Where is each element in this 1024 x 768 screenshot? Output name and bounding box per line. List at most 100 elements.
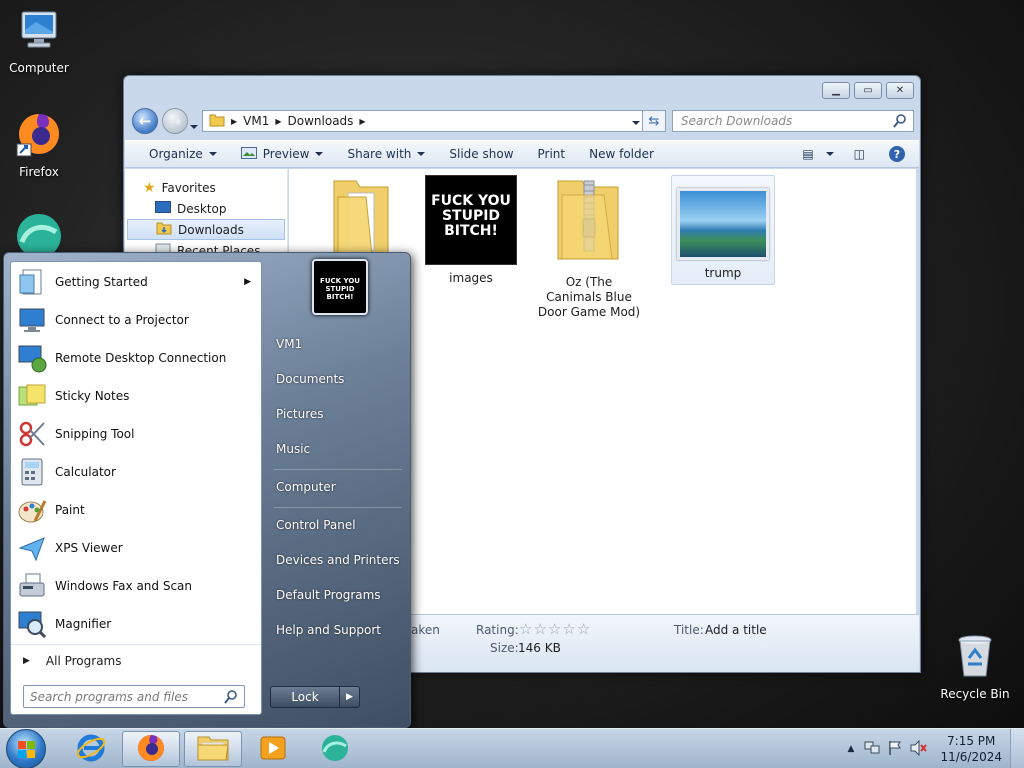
place-documents[interactable]: Documents [276, 372, 344, 386]
title-value[interactable]: Add a title [705, 623, 767, 637]
show-desktop-button[interactable] [1010, 729, 1024, 768]
file-item-images[interactable]: FUCK YOU STUPID BITCH! images [419, 175, 523, 286]
taskbar-media-player[interactable] [244, 731, 302, 767]
preview-icon [240, 146, 257, 162]
close-button[interactable]: ✕ [886, 82, 914, 99]
star-empty-icon: ☆ [533, 620, 548, 638]
user-picture[interactable]: FUCK YOU STUPID BITCH! [312, 259, 368, 315]
desktop-icon-computer[interactable]: Computer [0, 8, 78, 75]
show-hidden-icons-button[interactable]: ▲ [842, 744, 861, 754]
new-folder-button[interactable]: New folder [577, 147, 666, 161]
sticky-notes-icon [17, 381, 47, 411]
refresh-button[interactable]: ⇆ [642, 110, 666, 132]
program-snipping-tool[interactable]: Snipping Tool [11, 415, 261, 453]
desktop-icon-label: Computer [9, 61, 69, 75]
program-paint[interactable]: Paint [11, 491, 261, 529]
nav-item-desktop[interactable]: Desktop [125, 198, 287, 219]
volume-muted-icon[interactable] [906, 739, 932, 759]
recent-pages-dropdown[interactable] [190, 118, 198, 132]
maximize-button[interactable]: ▭ [854, 82, 882, 99]
place-default-programs[interactable]: Default Programs [276, 588, 381, 602]
back-arrow-icon: ← [138, 112, 152, 130]
desktop-icon-label: Recycle Bin [940, 687, 1010, 701]
program-label: Connect to a Projector [55, 313, 189, 327]
program-label: Sticky Notes [55, 389, 130, 403]
all-programs-button[interactable]: ▶ All Programs [11, 644, 261, 676]
program-label: Calculator [55, 465, 116, 479]
start-search-input[interactable]: Search programs and files [23, 685, 245, 708]
breadcrumb-separator-icon: ▶ [359, 116, 366, 126]
title-label: Title: [674, 623, 704, 637]
taskbar-file-explorer[interactable] [184, 731, 242, 767]
minimize-button[interactable]: ▁ [822, 82, 850, 99]
place-computer[interactable]: Computer [276, 480, 336, 494]
back-button[interactable]: ← [132, 108, 158, 134]
program-projector[interactable]: Connect to a Projector [11, 301, 261, 339]
change-view-button[interactable]: ▤ [790, 147, 817, 161]
taskbar-firefox[interactable] [122, 731, 180, 767]
nav-favorites[interactable]: ★ Favorites [125, 177, 287, 198]
file-name: images [449, 271, 493, 285]
nav-favorites-label: Favorites [161, 180, 216, 195]
view-icon: ▤ [802, 147, 814, 161]
file-item-oz-mod[interactable]: Oz (The Canimals Blue Door Game Mod) [537, 175, 641, 320]
rating-stars[interactable]: ☆☆☆☆☆ [519, 620, 591, 638]
taskbar-internet-explorer[interactable] [62, 731, 120, 767]
start-programs-pane: Getting Started ▶ Connect to a Projector… [10, 261, 262, 715]
power-options-button[interactable]: ▶ [339, 687, 359, 707]
slide-show-button[interactable]: Slide show [437, 147, 525, 161]
print-label: Print [537, 147, 566, 161]
program-getting-started[interactable]: Getting Started ▶ [11, 263, 261, 301]
desktop-icon-firefox[interactable]: Firefox [0, 110, 78, 179]
print-button[interactable]: Print [526, 147, 578, 161]
taskbar-app[interactable] [306, 731, 364, 767]
preview-pane-button[interactable]: ◫ [842, 147, 877, 161]
help-button[interactable]: ? [877, 146, 919, 162]
projector-icon [17, 305, 47, 335]
place-help-support[interactable]: Help and Support [276, 623, 381, 637]
clock[interactable]: 7:15 PM 11/6/2024 [932, 733, 1010, 765]
magnifier-icon [17, 609, 47, 639]
notification-area: ▲ 7:15 PM 11/6/2024 [842, 729, 1024, 768]
program-magnifier[interactable]: Magnifier [11, 605, 261, 643]
start-button[interactable] [6, 729, 46, 768]
forward-button[interactable]: → [162, 108, 188, 134]
desktop-icon-recycle-bin[interactable]: Recycle Bin [936, 632, 1014, 701]
place-pictures[interactable]: Pictures [276, 407, 324, 421]
program-label: Paint [55, 503, 85, 517]
file-name: trump [704, 266, 742, 280]
separator [274, 469, 402, 470]
program-label: Windows Fax and Scan [55, 579, 193, 593]
network-icon[interactable] [860, 740, 884, 759]
file-item-trump[interactable]: trump [671, 175, 775, 285]
start-menu: Getting Started ▶ Connect to a Projector… [3, 252, 411, 728]
program-sticky-notes[interactable]: Sticky Notes [11, 377, 261, 415]
place-music[interactable]: Music [276, 442, 310, 456]
search-input[interactable]: Search Downloads [672, 110, 914, 132]
nav-item-label: Desktop [177, 201, 227, 216]
address-bar[interactable]: ▶ VM1 ▶ Downloads ▶ [202, 110, 647, 132]
recycle-bin-icon [936, 632, 1014, 683]
place-devices-printers[interactable]: Devices and Printers [276, 553, 400, 567]
program-calculator[interactable]: Calculator [11, 453, 261, 491]
lock-button[interactable]: Lock [271, 687, 339, 707]
program-remote-desktop[interactable]: Remote Desktop Connection [11, 339, 261, 377]
organize-button[interactable]: Organize [125, 147, 229, 161]
preview-button[interactable]: Preview [229, 146, 336, 162]
action-center-flag-icon[interactable] [884, 740, 906, 759]
all-programs-label: All Programs [45, 653, 122, 668]
slide-show-label: Slide show [449, 147, 514, 161]
xps-viewer-icon [17, 533, 47, 563]
size-value: 146 KB [518, 641, 561, 655]
view-options-dropdown[interactable] [818, 152, 842, 156]
program-fax-scan[interactable]: Windows Fax and Scan [11, 567, 261, 605]
share-with-button[interactable]: Share with [335, 147, 437, 161]
place-user[interactable]: VM1 [276, 337, 302, 351]
zip-folder-icon [537, 175, 641, 269]
nav-item-downloads[interactable]: Downloads [127, 219, 285, 240]
breadcrumb-downloads[interactable]: Downloads [288, 114, 354, 128]
address-dropdown[interactable] [632, 114, 640, 128]
breadcrumb-vm1[interactable]: VM1 [243, 114, 269, 128]
place-control-panel[interactable]: Control Panel [276, 518, 356, 532]
program-xps-viewer[interactable]: XPS Viewer [11, 529, 261, 567]
